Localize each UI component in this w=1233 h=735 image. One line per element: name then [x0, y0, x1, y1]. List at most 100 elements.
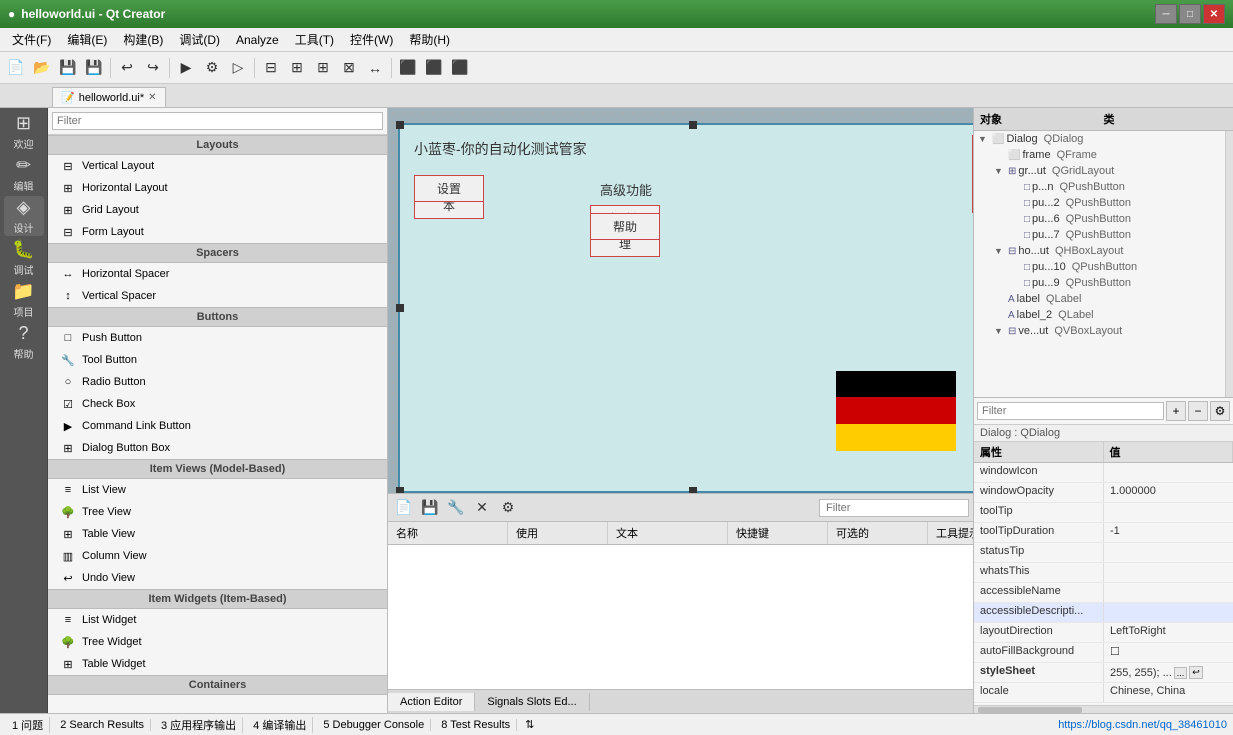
sidebar-edit[interactable]: ✏ 编辑	[4, 154, 44, 194]
minimize-button[interactable]: ─	[1155, 4, 1177, 24]
new-file-btn[interactable]: 📄	[4, 56, 28, 80]
layout-h-btn[interactable]: ⊟	[259, 56, 283, 80]
tree-pu-6[interactable]: □ pu...6 QPushButton	[974, 211, 1223, 227]
layout-grid-btn[interactable]: ⊞	[311, 56, 335, 80]
props-config-btn[interactable]: ⚙	[1210, 401, 1230, 421]
tree-pu-10[interactable]: □ pu...10 QPushButton	[974, 259, 1223, 275]
widget-dialog-button-box[interactable]: ⊞ Dialog Button Box	[48, 437, 387, 459]
action-filter-input[interactable]	[819, 499, 969, 517]
tree-pu-n[interactable]: □ p...n QPushButton	[974, 179, 1223, 195]
tree-pu-2[interactable]: □ pu...2 QPushButton	[974, 195, 1223, 211]
save-all-btn[interactable]: 💾	[82, 56, 106, 80]
object-tree-scrollbar[interactable]	[1225, 131, 1233, 397]
menu-analyze[interactable]: Analyze	[228, 31, 287, 49]
prop-tooltip-duration[interactable]: toolTipDuration -1	[974, 523, 1233, 543]
status-problems[interactable]: 1 问题	[6, 717, 50, 733]
widget-check-box[interactable]: ☑ Check Box	[48, 393, 387, 415]
break-layout-btn[interactable]: ⊠	[337, 56, 361, 80]
widget-tree-view[interactable]: 🌳 Tree View	[48, 501, 387, 523]
widget-command-link-button[interactable]: ▶ Command Link Button	[48, 415, 387, 437]
menu-tools[interactable]: 工具(T)	[287, 29, 342, 50]
action-remove-btn[interactable]: ✕	[470, 496, 494, 520]
sidebar-debug[interactable]: 🐛 调试	[4, 238, 44, 278]
props-remove-btn[interactable]: −	[1188, 401, 1208, 421]
widget-undo-view[interactable]: ↩ Undo View	[48, 567, 387, 589]
action-delete-btn[interactable]: 💾	[418, 496, 442, 520]
props-add-btn[interactable]: +	[1166, 401, 1186, 421]
sidebar-projects[interactable]: 📁 项目	[4, 280, 44, 320]
status-compile-output[interactable]: 4 编译输出	[247, 717, 313, 733]
run-btn[interactable]: ▷	[226, 56, 250, 80]
undo-btn[interactable]: ↩	[115, 56, 139, 80]
widget-list-widget[interactable]: ≡ List Widget	[48, 609, 387, 631]
maximize-button[interactable]: □	[1179, 4, 1201, 24]
action-new-btn[interactable]: 📄	[392, 496, 416, 520]
tree-hboxlayout[interactable]: ▼ ⊟ ho...ut QHBoxLayout	[974, 243, 1223, 259]
debug-btn[interactable]: ⚙	[200, 56, 224, 80]
prop-layout-direction[interactable]: layoutDirection LeftToRight	[974, 623, 1233, 643]
menu-controls[interactable]: 控件(W)	[342, 29, 401, 50]
prop-autofill[interactable]: autoFillBackground ☐	[974, 643, 1233, 663]
tree-pu-7[interactable]: □ pu...7 QPushButton	[974, 227, 1223, 243]
status-app-output[interactable]: 3 应用程序输出	[155, 717, 243, 733]
tree-dialog[interactable]: ▼ ⬜ Dialog QDialog	[974, 131, 1223, 147]
widget-column-view[interactable]: ▥ Column View	[48, 545, 387, 567]
widget-vertical-spacer[interactable]: ↕ Vertical Spacer	[48, 285, 387, 307]
widget-list-view[interactable]: ≡ List View	[48, 479, 387, 501]
tree-label-2[interactable]: A label_2 QLabel	[974, 307, 1223, 323]
adjust-size-btn[interactable]: ↔	[363, 56, 387, 80]
status-url[interactable]: https://blog.csdn.net/qq_38461010	[1058, 719, 1227, 731]
status-arrows[interactable]: ⇅	[521, 718, 538, 731]
status-search-results[interactable]: 2 Search Results	[54, 719, 151, 731]
save-btn[interactable]: 💾	[56, 56, 80, 80]
prop-whats-this[interactable]: whatsThis	[974, 563, 1233, 583]
tab-close-icon[interactable]: ✕	[148, 92, 156, 103]
widget-tool-button[interactable]: 🔧 Tool Button	[48, 349, 387, 371]
status-debugger-console[interactable]: 5 Debugger Console	[317, 719, 431, 731]
layout-v-btn[interactable]: ⊞	[285, 56, 309, 80]
widget-horizontal-layout[interactable]: ⊞ Horizontal Layout	[48, 177, 387, 199]
prop-window-icon[interactable]: windowIcon	[974, 463, 1233, 483]
canvas-frame[interactable]: 小蓝枣-你的自动化测试管家 后台运行 退出 录制脚本 回放脚本 管理脚本 设置 …	[398, 123, 973, 493]
menu-file[interactable]: 文件(F)	[4, 29, 59, 50]
sidebar-design[interactable]: ◈ 设计	[4, 196, 44, 236]
stylesheet-clear-btn[interactable]: ↩	[1189, 666, 1203, 679]
status-test-results[interactable]: 8 Test Results	[435, 719, 517, 731]
widget-table-view[interactable]: ⊞ Table View	[48, 523, 387, 545]
sidebar-welcome[interactable]: ⊞ 欢迎	[4, 112, 44, 152]
align-right-btn[interactable]: ⬛	[448, 56, 472, 80]
tab-helloworld[interactable]: 📝 helloworld.ui* ✕	[52, 87, 166, 107]
tree-frame[interactable]: ⬜ frame QFrame	[974, 147, 1223, 163]
quit-btn[interactable]: 退出	[972, 135, 973, 179]
close-button[interactable]: ✕	[1203, 4, 1225, 24]
tree-gridlayout[interactable]: ▼ ⊞ gr...ut QGridLayout	[974, 163, 1223, 179]
open-btn[interactable]: 📂	[30, 56, 54, 80]
menu-build[interactable]: 构建(B)	[115, 29, 171, 50]
prop-accessible-name[interactable]: accessibleName	[974, 583, 1233, 603]
tree-vboxlayout[interactable]: ▼ ⊟ ve...ut QVBoxLayout	[974, 323, 1223, 339]
widget-filter-input[interactable]	[52, 112, 383, 130]
menu-edit[interactable]: 编辑(E)	[59, 29, 115, 50]
align-center-btn[interactable]: ⬛	[422, 56, 446, 80]
widget-table-widget[interactable]: ⊞ Table Widget	[48, 653, 387, 675]
widget-push-button[interactable]: □ Push Button	[48, 327, 387, 349]
prop-accessible-desc[interactable]: accessibleDescripti...	[974, 603, 1233, 623]
align-left-btn[interactable]: ⬛	[396, 56, 420, 80]
redo-btn[interactable]: ↪	[141, 56, 165, 80]
tree-pu-9[interactable]: □ pu...9 QPushButton	[974, 275, 1223, 291]
action-config-btn[interactable]: ⚙	[496, 496, 520, 520]
stylesheet-edit-btn[interactable]: ...	[1174, 667, 1188, 679]
settings-btn[interactable]: 设置	[414, 175, 484, 202]
prop-locale[interactable]: locale Chinese, China	[974, 683, 1233, 703]
prop-tooltip[interactable]: toolTip	[974, 503, 1233, 523]
action-edit-btn[interactable]: 🔧	[444, 496, 468, 520]
widget-form-layout[interactable]: ⊟ Form Layout	[48, 221, 387, 243]
prop-stylesheet[interactable]: styleSheet 255, 255); ... ... ↩	[974, 663, 1233, 683]
widget-vertical-layout[interactable]: ⊟ Vertical Layout	[48, 155, 387, 177]
props-filter-input[interactable]	[977, 402, 1164, 420]
tab-action-editor[interactable]: Action Editor	[388, 693, 475, 711]
menu-help[interactable]: 帮助(H)	[401, 29, 458, 50]
tree-label[interactable]: A label QLabel	[974, 291, 1223, 307]
prop-window-opacity[interactable]: windowOpacity 1.000000	[974, 483, 1233, 503]
build-btn[interactable]: ▶	[174, 56, 198, 80]
